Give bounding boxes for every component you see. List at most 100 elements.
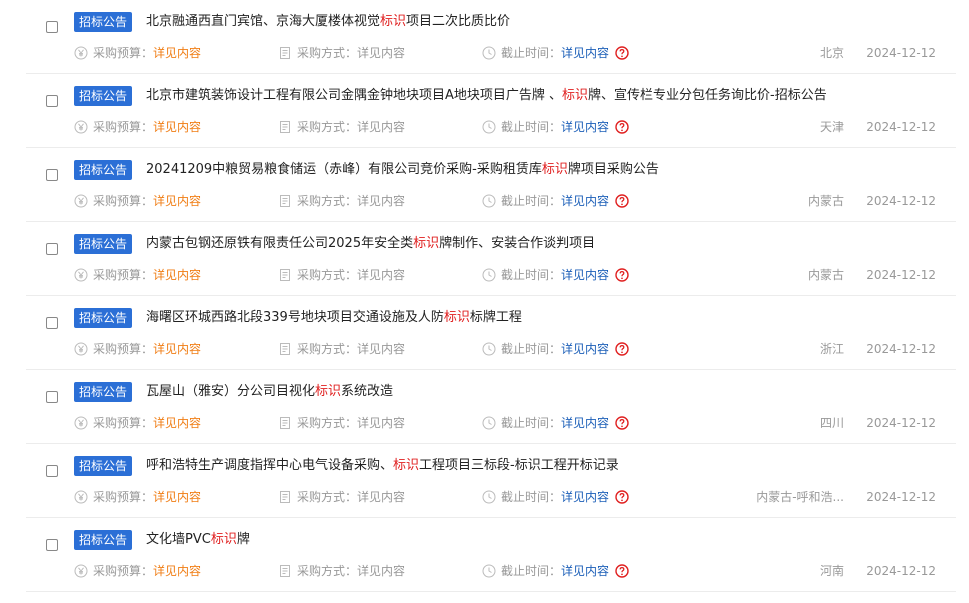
budget-label: 采购预算： [93, 342, 154, 356]
budget-value: 详见内容 [153, 342, 202, 356]
row-checkbox[interactable] [46, 539, 58, 551]
yuan-circle-icon [74, 194, 88, 208]
list-item: 招标公告 20241209中粮贸易粮食储运（赤峰）有限公司竞价采购-采购租赁库标… [26, 148, 956, 222]
deadline-value[interactable]: 详见内容 [561, 46, 609, 60]
deadline-value[interactable]: 详见内容 [561, 342, 609, 356]
budget-field: 采购预算：详见内容 [74, 489, 201, 505]
title-text: 内蒙古包钢还原铁有限责任公司2025年安全类 [146, 236, 414, 251]
row-checkbox[interactable] [46, 243, 58, 255]
deadline-value[interactable]: 详见内容 [561, 268, 609, 282]
deadline-value[interactable]: 详见内容 [561, 564, 609, 578]
question-circle-icon[interactable] [615, 46, 629, 60]
list-item: 招标公告 海曙区环城西路北段339号地块项目交通设施及人防标识标牌工程 采购预算… [26, 296, 956, 370]
deadline-field: 截止时间：详见内容 [482, 489, 629, 505]
method-field: 采购方式：详见内容 [278, 489, 405, 505]
question-circle-icon[interactable] [615, 268, 629, 282]
notice-type-badge: 招标公告 [74, 456, 133, 476]
title-text: 北京融通西直门宾馆、京海大厦楼体视觉 [146, 14, 381, 29]
list-item: 招标公告 北京融通西直门宾馆、京海大厦楼体视觉标识项目二次比质比价 采购预算：详… [26, 0, 956, 74]
budget-field: 采购预算：详见内容 [74, 415, 201, 431]
title-text: 海曙区环城西路北段339号地块项目交通设施及人防 [146, 310, 444, 325]
question-circle-icon[interactable] [615, 120, 629, 134]
notice-title-link[interactable]: 内蒙古包钢还原铁有限责任公司2025年安全类标识牌制作、安装合作谈判项目 [146, 234, 595, 254]
title-text: 系统改造 [341, 384, 394, 399]
method-value: 详见内容 [357, 490, 406, 504]
title-text: 文化墙PVC [146, 532, 211, 547]
notice-title-link[interactable]: 20241209中粮贸易粮食储运（赤峰）有限公司竞价采购-采购租赁库标识牌项目采… [146, 160, 659, 180]
publish-date: 2024-12-12 [866, 46, 936, 60]
budget-value: 详见内容 [153, 490, 202, 504]
clock-icon [482, 564, 496, 578]
method-field: 采购方式：详见内容 [278, 267, 405, 283]
list-item: 招标公告 瓦屋山（雅安）分公司目视化标识系统改造 采购预算：详见内容 采购方式：… [26, 370, 956, 444]
deadline-value[interactable]: 详见内容 [561, 490, 609, 504]
question-circle-icon[interactable] [615, 342, 629, 356]
deadline-label: 截止时间： [501, 46, 562, 60]
document-icon [280, 565, 290, 577]
yuan-circle-icon [74, 564, 88, 578]
notice-title-link[interactable]: 北京融通西直门宾馆、京海大厦楼体视觉标识项目二次比质比价 [146, 12, 510, 32]
notice-title-link[interactable]: 北京市建筑装饰设计工程有限公司金隅金钟地块项目A地块项目广告牌 、标识牌、宣传栏… [146, 86, 827, 106]
deadline-value[interactable]: 详见内容 [561, 194, 609, 208]
question-circle-icon[interactable] [615, 194, 629, 208]
row-checkbox[interactable] [46, 21, 58, 33]
notice-title-link[interactable]: 文化墙PVC标识牌 [146, 530, 250, 550]
budget-field: 采购预算：详见内容 [74, 341, 201, 357]
title-text: 牌制作、安装合作谈判项目 [439, 236, 596, 251]
method-field: 采购方式：详见内容 [278, 193, 405, 209]
question-circle-icon[interactable] [615, 564, 629, 578]
deadline-value[interactable]: 详见内容 [561, 416, 609, 430]
list-item: 招标公告 北京市建筑装饰设计工程有限公司金隅金钟地块项目A地块项目广告牌 、标识… [26, 74, 956, 148]
method-label: 采购方式： [297, 46, 358, 60]
notice-title-link[interactable]: 瓦屋山（雅安）分公司目视化标识系统改造 [146, 382, 393, 402]
document-icon [280, 47, 290, 59]
title-text: 牌、宣传栏专业分包任务询比价-招标公告 [588, 88, 827, 103]
yuan-circle-icon [74, 342, 88, 356]
method-value: 详见内容 [357, 120, 406, 134]
budget-field: 采购预算：详见内容 [74, 563, 201, 579]
question-circle-icon[interactable] [615, 416, 629, 430]
region-text: 天津 [819, 120, 844, 134]
publish-date: 2024-12-12 [866, 120, 936, 134]
clock-icon [482, 194, 496, 208]
row-checkbox[interactable] [46, 317, 58, 329]
question-circle-icon[interactable] [615, 490, 629, 504]
deadline-field: 截止时间：详见内容 [482, 341, 629, 357]
notice-title-link[interactable]: 呼和浩特生产调度指挥中心电气设备采购、标识工程项目三标段-标识工程开标记录 [146, 456, 619, 476]
yuan-circle-icon [74, 268, 88, 282]
title-text: 20241209中粮贸易粮食储运（赤峰）有限公司竞价采购-采购租赁库 [146, 162, 542, 177]
title-text: 工程项目三标段-标识工程开标记录 [419, 458, 619, 473]
row-checkbox[interactable] [46, 391, 58, 403]
budget-field: 采购预算：详见内容 [74, 119, 201, 135]
publish-date: 2024-12-12 [866, 194, 936, 208]
method-label: 采购方式： [297, 268, 358, 282]
document-icon [280, 269, 290, 281]
method-label: 采购方式： [297, 416, 358, 430]
method-value: 详见内容 [357, 194, 406, 208]
deadline-value[interactable]: 详见内容 [561, 120, 609, 134]
title-text: 标牌工程 [469, 310, 522, 325]
budget-value: 详见内容 [153, 416, 202, 430]
deadline-field: 截止时间：详见内容 [482, 45, 629, 61]
region-text: 河南 [819, 564, 844, 578]
deadline-field: 截止时间：详见内容 [482, 193, 629, 209]
title-keyword: 标识 [210, 532, 237, 547]
row-checkbox[interactable] [46, 95, 58, 107]
notice-title-link[interactable]: 海曙区环城西路北段339号地块项目交通设施及人防标识标牌工程 [146, 308, 522, 328]
title-text: 项目二次比质比价 [406, 14, 511, 29]
budget-value: 详见内容 [153, 268, 202, 282]
deadline-label: 截止时间： [501, 490, 562, 504]
publish-date: 2024-12-12 [866, 416, 936, 430]
method-value: 详见内容 [357, 416, 406, 430]
method-field: 采购方式：详见内容 [278, 341, 405, 357]
row-checkbox[interactable] [46, 169, 58, 181]
clock-icon [482, 490, 496, 504]
clock-icon [482, 342, 496, 356]
deadline-field: 截止时间：详见内容 [482, 415, 629, 431]
clock-icon [482, 268, 496, 282]
list-item: 招标公告 文化墙PVC标识牌 采购预算：详见内容 采购方式：详见内容 截止时间：… [26, 518, 956, 592]
notice-type-badge: 招标公告 [74, 86, 133, 106]
budget-label: 采购预算： [93, 564, 154, 578]
budget-label: 采购预算： [93, 120, 154, 134]
row-checkbox[interactable] [46, 465, 58, 477]
